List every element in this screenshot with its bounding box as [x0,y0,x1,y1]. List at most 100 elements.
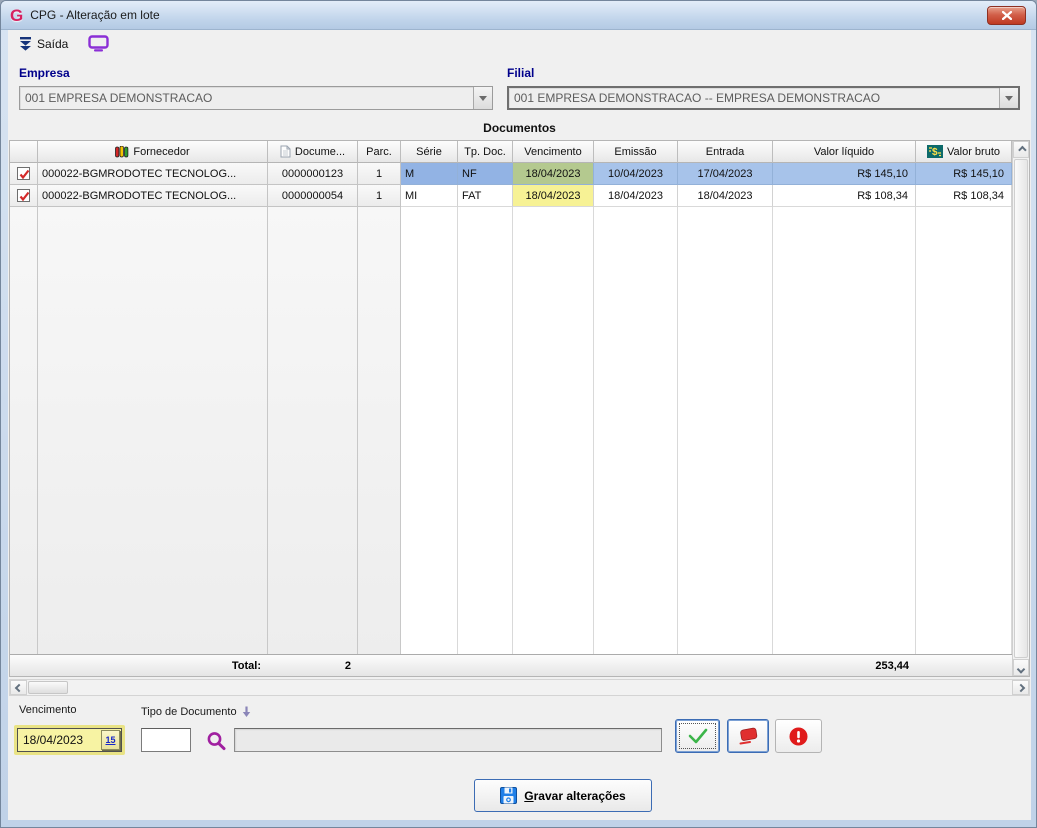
valor-liquido-cell: R$ 108,34 [773,185,916,207]
search-button[interactable] [204,729,228,753]
filial-value: 001 EMPRESA DEMONSTRACAO -- EMPRESA DEMO… [514,91,881,105]
documentos-grid: Fornecedor Docume... Parc. Série Tp. Doc… [9,140,1030,677]
documentos-caption: Documentos [483,121,556,135]
emissao-cell: 10/04/2023 [594,163,678,185]
grid-empty-area [10,207,1012,654]
filial-label: Filial [507,66,535,80]
parcela-cell: 1 [358,185,401,207]
column-header-vencimento[interactable]: Vencimento [513,141,594,163]
table-row[interactable]: 000022-BGMRODOTEC TECNOLOG... 0000000123… [10,163,1012,185]
chevron-down-icon [1005,95,1013,101]
filial-dropdown-button[interactable] [999,88,1018,108]
calendar-picker-button[interactable]: 15 [101,730,120,750]
column-header-label: Valor bruto [947,145,1000,158]
confirm-button[interactable] [675,719,720,753]
valor-bruto-cell: R$ 108,34 [916,185,1012,207]
empresa-value: 001 EMPRESA DEMONSTRACAO [25,91,213,105]
tipo-documento-code-input[interactable] [141,728,191,752]
tipo-documento-label: Tipo de Documento [141,706,237,718]
monitor-button[interactable] [86,33,111,54]
total-valor: 253,44 [875,659,909,672]
column-header-entrada[interactable]: Entrada [678,141,773,163]
chevron-right-icon [1016,683,1025,692]
row-select-cell [10,163,38,185]
empresa-label: Empresa [19,66,70,80]
vencimento-date-input[interactable]: 18/04/2023 15 [17,728,122,752]
column-header-parcela[interactable]: Parc. [358,141,401,163]
clear-button[interactable] [727,719,769,753]
vencimento-field-label: Vencimento [19,704,77,716]
eraser-icon [739,727,758,744]
column-header-valor-bruto[interactable]: $ Valor bruto [916,141,1012,163]
emissao-cell: 18/04/2023 [594,185,678,207]
parcela-cell: 1 [358,163,401,185]
tpdoc-cell: NF [458,163,513,185]
vencimento-date-field-wrap: 18/04/2023 15 [14,725,125,755]
svg-text:$: $ [932,147,938,158]
drilldown-arrow-icon [242,706,250,717]
scroll-up-button[interactable] [1013,141,1029,158]
column-header-label: Vencimento [524,145,582,158]
horizontal-scrollbar[interactable] [9,679,1030,696]
column-header-select[interactable] [10,141,38,163]
column-header-label: Parc. [366,145,392,158]
close-button[interactable] [987,6,1026,25]
monitor-icon [88,35,110,52]
row-checkbox[interactable] [17,189,30,202]
chevron-down-icon [479,95,487,101]
toolbar: Saída [8,30,1031,57]
chevron-left-icon [14,683,23,692]
focus-rectangle [679,723,716,749]
column-header-valor-liquido[interactable]: Valor líquido [773,141,916,163]
calendar-day-icon: 15 [105,735,116,745]
column-header-emissao[interactable]: Emissão [594,141,678,163]
chevron-up-icon [1018,145,1027,154]
column-header-label: Docume... [294,145,346,158]
column-header-tpdoc[interactable]: Tp. Doc. [458,141,513,163]
scroll-down-button[interactable] [1013,659,1029,676]
scroll-left-button[interactable] [10,680,27,695]
tipo-documento-description-input[interactable] [234,728,662,752]
column-header-documento[interactable]: Docume... [268,141,358,163]
exit-double-chevron-icon [20,36,31,51]
title-bar: G CPG - Alteração em lote [1,1,1036,30]
exit-button-label: Saída [37,36,69,51]
column-header-label: Série [416,145,442,158]
filial-combobox[interactable]: 001 EMPRESA DEMONSTRACAO -- EMPRESA DEMO… [507,86,1020,110]
vencimento-cell: 18/04/2023 [513,185,594,207]
column-header-serie[interactable]: Série [401,141,458,163]
save-changes-label: Gravar alterações [524,788,626,803]
vencimento-cell: 18/04/2023 [513,163,594,185]
serie-cell: M [401,163,458,185]
grid-body: 000022-BGMRODOTEC TECNOLOG... 0000000123… [10,163,1012,654]
column-header-fornecedor[interactable]: Fornecedor [38,141,268,163]
valor-bruto-cell: R$ 145,10 [916,163,1012,185]
save-changes-button[interactable]: Gravar alterações [474,779,652,812]
exclamation-icon [789,727,808,745]
tipo-documento-label-row: Tipo de Documento [141,706,251,718]
exit-button[interactable]: Saída [15,35,72,53]
table-row[interactable]: 000022-BGMRODOTEC TECNOLOG... 0000000054… [10,185,1012,207]
fornecedor-icon [115,145,129,157]
horizontal-scrollbar-thumb[interactable] [28,681,68,694]
alert-button[interactable] [775,719,822,753]
window-content: Saída Empresa 001 EMPRESA DEMONSTRACAO F… [8,30,1031,820]
chevron-down-icon [1016,664,1026,674]
column-header-label: Fornecedor [133,145,190,158]
total-label: Total: [231,659,261,672]
vertical-scrollbar-thumb[interactable] [1014,159,1028,658]
column-header-label: Tp. Doc. [464,145,506,158]
empresa-dropdown-button[interactable] [473,87,492,109]
grid-main: Fornecedor Docume... Parc. Série Tp. Doc… [10,141,1012,676]
entrada-cell: 17/04/2023 [678,163,773,185]
search-icon [207,732,226,751]
vertical-scrollbar[interactable] [1012,141,1029,676]
red-check-icon [19,169,30,180]
documento-cell: 0000000054 [268,185,358,207]
app-logo-icon: G [10,5,24,25]
scroll-right-button[interactable] [1012,680,1029,695]
entrada-cell: 18/04/2023 [678,185,773,207]
row-checkbox[interactable] [17,167,30,180]
row-select-cell [10,185,38,207]
empresa-combobox[interactable]: 001 EMPRESA DEMONSTRACAO [19,86,493,110]
